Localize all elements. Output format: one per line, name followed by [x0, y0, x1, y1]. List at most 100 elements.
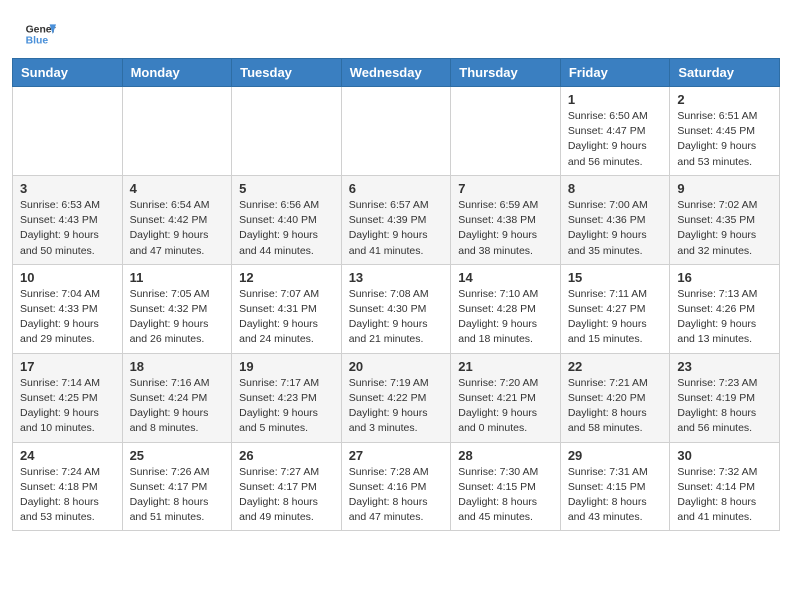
- logo: General Blue: [24, 18, 56, 50]
- weekday-tuesday: Tuesday: [232, 59, 342, 87]
- calendar-cell: 15 Sunrise: 7:11 AM Sunset: 4:27 PM Dayli…: [560, 264, 670, 353]
- day-info: Sunrise: 6:54 AM Sunset: 4:42 PM Dayligh…: [130, 198, 225, 259]
- day-number: 3: [20, 181, 115, 196]
- day-number: 20: [349, 359, 444, 374]
- calendar-cell: 17 Sunrise: 7:14 AM Sunset: 4:25 PM Dayli…: [13, 353, 123, 442]
- week-row-5: 24 Sunrise: 7:24 AM Sunset: 4:18 PM Dayli…: [13, 442, 780, 531]
- weekday-header-row: SundayMondayTuesdayWednesdayThursdayFrid…: [13, 59, 780, 87]
- day-number: 13: [349, 270, 444, 285]
- calendar-cell: [341, 87, 451, 176]
- day-info: Sunrise: 7:20 AM Sunset: 4:21 PM Dayligh…: [458, 376, 553, 437]
- calendar-cell: 11Sunrise: 7:05 AM Sunset: 4:32 PM Dayli…: [122, 264, 232, 353]
- day-info: Sunrise: 6:51 AM Sunset: 4:45 PM Dayligh…: [677, 109, 772, 170]
- day-info: Sunrise: 7:11 AM Sunset: 4:27 PM Dayligh…: [568, 287, 663, 348]
- day-info: Sunrise: 7:21 AM Sunset: 4:20 PM Dayligh…: [568, 376, 663, 437]
- calendar-cell: 20Sunrise: 7:19 AM Sunset: 4:22 PM Dayli…: [341, 353, 451, 442]
- weekday-sunday: Sunday: [13, 59, 123, 87]
- calendar-cell: 4 Sunrise: 6:54 AM Sunset: 4:42 PM Daylig…: [122, 175, 232, 264]
- day-number: 4: [130, 181, 225, 196]
- day-info: Sunrise: 7:28 AM Sunset: 4:16 PM Dayligh…: [349, 465, 444, 526]
- calendar-cell: 22Sunrise: 7:21 AM Sunset: 4:20 PM Dayli…: [560, 353, 670, 442]
- day-number: 19: [239, 359, 334, 374]
- day-info: Sunrise: 7:31 AM Sunset: 4:15 PM Dayligh…: [568, 465, 663, 526]
- weekday-saturday: Saturday: [670, 59, 780, 87]
- day-info: Sunrise: 7:00 AM Sunset: 4:36 PM Dayligh…: [568, 198, 663, 259]
- day-number: 26: [239, 448, 334, 463]
- calendar-wrapper: SundayMondayTuesdayWednesdayThursdayFrid…: [0, 58, 792, 543]
- calendar-table: SundayMondayTuesdayWednesdayThursdayFrid…: [12, 58, 780, 531]
- calendar-cell: 27 Sunrise: 7:28 AM Sunset: 4:16 PM Dayli…: [341, 442, 451, 531]
- day-info: Sunrise: 7:05 AM Sunset: 4:32 PM Dayligh…: [130, 287, 225, 348]
- day-info: Sunrise: 7:10 AM Sunset: 4:28 PM Dayligh…: [458, 287, 553, 348]
- day-number: 25: [130, 448, 225, 463]
- day-info: Sunrise: 6:57 AM Sunset: 4:39 PM Dayligh…: [349, 198, 444, 259]
- calendar-cell: 16 Sunrise: 7:13 AM Sunset: 4:26 PM Dayli…: [670, 264, 780, 353]
- calendar-cell: [232, 87, 342, 176]
- calendar-cell: [13, 87, 123, 176]
- day-number: 17: [20, 359, 115, 374]
- calendar-cell: 19 Sunrise: 7:17 AM Sunset: 4:23 PM Dayli…: [232, 353, 342, 442]
- day-info: Sunrise: 7:13 AM Sunset: 4:26 PM Dayligh…: [677, 287, 772, 348]
- day-number: 10: [20, 270, 115, 285]
- calendar-cell: 7 Sunrise: 6:59 AM Sunset: 4:38 PM Daylig…: [451, 175, 561, 264]
- day-number: 7: [458, 181, 553, 196]
- calendar-cell: 23Sunrise: 7:23 AM Sunset: 4:19 PM Dayli…: [670, 353, 780, 442]
- weekday-wednesday: Wednesday: [341, 59, 451, 87]
- calendar-cell: 30Sunrise: 7:32 AM Sunset: 4:14 PM Dayli…: [670, 442, 780, 531]
- day-info: Sunrise: 6:50 AM Sunset: 4:47 PM Dayligh…: [568, 109, 663, 170]
- calendar-cell: 10 Sunrise: 7:04 AM Sunset: 4:33 PM Dayli…: [13, 264, 123, 353]
- calendar-cell: 8 Sunrise: 7:00 AM Sunset: 4:36 PM Daylig…: [560, 175, 670, 264]
- day-number: 18: [130, 359, 225, 374]
- day-info: Sunrise: 7:26 AM Sunset: 4:17 PM Dayligh…: [130, 465, 225, 526]
- day-number: 2: [677, 92, 772, 107]
- day-number: 6: [349, 181, 444, 196]
- weekday-monday: Monday: [122, 59, 232, 87]
- day-info: Sunrise: 7:17 AM Sunset: 4:23 PM Dayligh…: [239, 376, 334, 437]
- day-number: 29: [568, 448, 663, 463]
- calendar-cell: 13 Sunrise: 7:08 AM Sunset: 4:30 PM Dayli…: [341, 264, 451, 353]
- day-info: Sunrise: 6:53 AM Sunset: 4:43 PM Dayligh…: [20, 198, 115, 259]
- day-info: Sunrise: 6:59 AM Sunset: 4:38 PM Dayligh…: [458, 198, 553, 259]
- day-number: 30: [677, 448, 772, 463]
- day-info: Sunrise: 6:56 AM Sunset: 4:40 PM Dayligh…: [239, 198, 334, 259]
- page-header: General Blue: [0, 0, 792, 58]
- calendar-cell: 24 Sunrise: 7:24 AM Sunset: 4:18 PM Dayli…: [13, 442, 123, 531]
- day-info: Sunrise: 7:16 AM Sunset: 4:24 PM Dayligh…: [130, 376, 225, 437]
- week-row-4: 17 Sunrise: 7:14 AM Sunset: 4:25 PM Dayli…: [13, 353, 780, 442]
- day-info: Sunrise: 7:14 AM Sunset: 4:25 PM Dayligh…: [20, 376, 115, 437]
- day-number: 12: [239, 270, 334, 285]
- day-number: 8: [568, 181, 663, 196]
- day-info: Sunrise: 7:27 AM Sunset: 4:17 PM Dayligh…: [239, 465, 334, 526]
- day-number: 15: [568, 270, 663, 285]
- day-number: 27: [349, 448, 444, 463]
- day-info: Sunrise: 7:04 AM Sunset: 4:33 PM Dayligh…: [20, 287, 115, 348]
- day-info: Sunrise: 7:23 AM Sunset: 4:19 PM Dayligh…: [677, 376, 772, 437]
- day-number: 1: [568, 92, 663, 107]
- week-row-1: 1 Sunrise: 6:50 AM Sunset: 4:47 PM Daylig…: [13, 87, 780, 176]
- day-info: Sunrise: 7:07 AM Sunset: 4:31 PM Dayligh…: [239, 287, 334, 348]
- calendar-cell: 26 Sunrise: 7:27 AM Sunset: 4:17 PM Dayli…: [232, 442, 342, 531]
- calendar-cell: 5 Sunrise: 6:56 AM Sunset: 4:40 PM Daylig…: [232, 175, 342, 264]
- weekday-thursday: Thursday: [451, 59, 561, 87]
- day-info: Sunrise: 7:30 AM Sunset: 4:15 PM Dayligh…: [458, 465, 553, 526]
- calendar-cell: 9Sunrise: 7:02 AM Sunset: 4:35 PM Daylig…: [670, 175, 780, 264]
- svg-text:Blue: Blue: [26, 36, 49, 47]
- day-number: 16: [677, 270, 772, 285]
- calendar-cell: 14 Sunrise: 7:10 AM Sunset: 4:28 PM Dayli…: [451, 264, 561, 353]
- week-row-2: 3 Sunrise: 6:53 AM Sunset: 4:43 PM Daylig…: [13, 175, 780, 264]
- calendar-cell: 25 Sunrise: 7:26 AM Sunset: 4:17 PM Dayli…: [122, 442, 232, 531]
- day-info: Sunrise: 7:24 AM Sunset: 4:18 PM Dayligh…: [20, 465, 115, 526]
- weekday-friday: Friday: [560, 59, 670, 87]
- day-info: Sunrise: 7:08 AM Sunset: 4:30 PM Dayligh…: [349, 287, 444, 348]
- day-number: 14: [458, 270, 553, 285]
- day-number: 24: [20, 448, 115, 463]
- calendar-cell: 28 Sunrise: 7:30 AM Sunset: 4:15 PM Dayli…: [451, 442, 561, 531]
- calendar-cell: 29 Sunrise: 7:31 AM Sunset: 4:15 PM Dayli…: [560, 442, 670, 531]
- calendar-cell: 2 Sunrise: 6:51 AM Sunset: 4:45 PM Daylig…: [670, 87, 780, 176]
- calendar-cell: [451, 87, 561, 176]
- calendar-cell: 1 Sunrise: 6:50 AM Sunset: 4:47 PM Daylig…: [560, 87, 670, 176]
- day-number: 5: [239, 181, 334, 196]
- calendar-cell: 12 Sunrise: 7:07 AM Sunset: 4:31 PM Dayli…: [232, 264, 342, 353]
- day-number: 28: [458, 448, 553, 463]
- calendar-cell: 21Sunrise: 7:20 AM Sunset: 4:21 PM Dayli…: [451, 353, 561, 442]
